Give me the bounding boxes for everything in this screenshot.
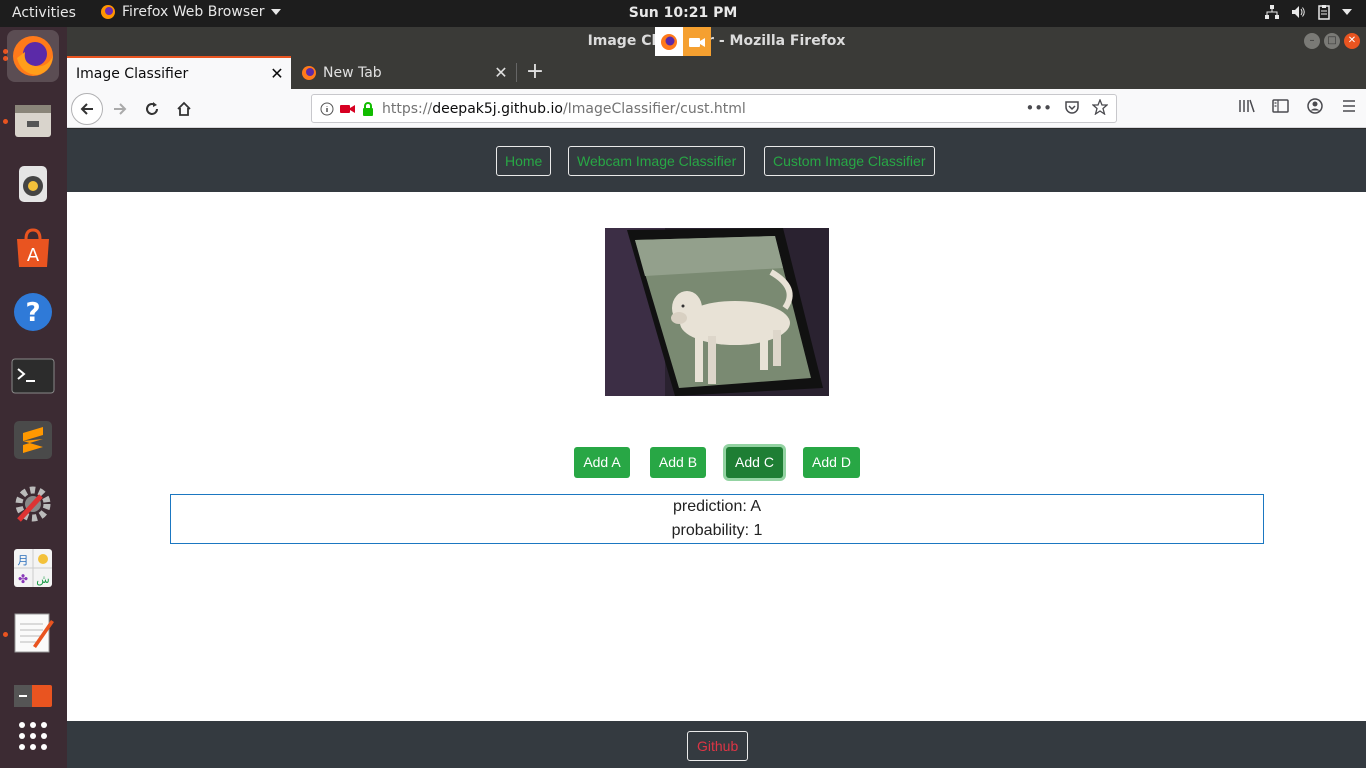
top-bar: Activities Firefox Web Browser Sun 10:21… [0, 0, 1366, 27]
window-title: Image Classifier - Mozilla Firefox [587, 33, 846, 49]
dock-help[interactable]: ? [7, 286, 59, 338]
nav-link-home[interactable]: Home [496, 146, 552, 176]
firefox-icon [101, 5, 115, 19]
svg-text:月: 月 [18, 554, 29, 567]
add-d-button[interactable]: Add D [803, 447, 860, 478]
dock-files[interactable] [7, 94, 59, 146]
text-editor-icon [14, 613, 54, 653]
firefox-icon [661, 33, 677, 50]
account-icon[interactable] [1306, 98, 1324, 114]
close-tab-icon[interactable]: ✕ [263, 64, 291, 83]
tab-label: New Tab [323, 64, 382, 81]
page-actions-icon[interactable]: ••• [1025, 99, 1052, 117]
battery-clipboard-icon [1318, 5, 1330, 20]
dock-character-map[interactable]: 月 ✤ ش [7, 542, 59, 594]
settings-icon [15, 486, 51, 522]
dock-firefox[interactable] [7, 30, 59, 82]
maximize-button[interactable]: □ [1324, 33, 1340, 49]
firefox-icon [302, 65, 316, 80]
library-icon[interactable] [1238, 98, 1256, 114]
lock-icon[interactable] [362, 101, 374, 116]
prediction-result-box: prediction: A probability: 1 [170, 494, 1264, 544]
rhythmbox-icon [19, 166, 47, 202]
dock-text-editor[interactable] [7, 606, 59, 658]
dock-terminal[interactable] [7, 350, 59, 402]
network-icon [1265, 5, 1279, 19]
add-a-button[interactable]: Add A [574, 447, 630, 478]
dock-sublime[interactable] [7, 414, 59, 466]
removable-drive-icon [14, 685, 52, 707]
home-button[interactable] [169, 94, 199, 124]
dock-show-apps[interactable] [7, 710, 59, 762]
app-menu[interactable]: Firefox Web Browser [100, 4, 281, 20]
dock-rhythmbox[interactable] [7, 158, 59, 210]
camera-permission-icon[interactable] [340, 103, 356, 115]
navigation-toolbar: https://deepak5j.github.io/ImageClassifi… [67, 89, 1366, 128]
dock-software[interactable]: A [7, 222, 59, 274]
webcam-frame-image [605, 228, 829, 396]
url-bar[interactable]: https://deepak5j.github.io/ImageClassifi… [311, 94, 1117, 123]
dock: A ? 月 ✤ ش [0, 27, 67, 768]
firefox-icon [13, 36, 53, 76]
pocket-icon[interactable] [1064, 99, 1080, 115]
window-title-bar[interactable]: Image Classifier - Mozilla Firefox – □ ✕ [67, 27, 1366, 56]
activities-button[interactable]: Activities [12, 5, 76, 21]
svg-text:ش: ش [36, 573, 49, 586]
hamburger-menu-icon[interactable] [1340, 98, 1358, 114]
nav-link-custom-classifier[interactable]: Custom Image Classifier [764, 146, 935, 176]
close-window-button[interactable]: ✕ [1344, 33, 1360, 49]
sidebar-icon[interactable] [1272, 98, 1290, 114]
back-button[interactable] [71, 93, 103, 125]
dock-settings[interactable] [7, 478, 59, 530]
app-menu-label: Firefox Web Browser [122, 4, 265, 20]
system-tray[interactable] [1264, 4, 1352, 20]
forward-button[interactable] [105, 94, 135, 124]
sublime-icon [14, 421, 52, 459]
info-icon[interactable] [320, 102, 334, 116]
chevron-down-icon [1342, 9, 1352, 15]
files-icon [15, 105, 51, 137]
clock[interactable]: Sun 10:21 PM [629, 5, 738, 21]
probability-text: probability: 1 [671, 522, 763, 539]
bookmark-star-icon[interactable] [1092, 99, 1108, 115]
prediction-text: prediction: A [672, 498, 762, 515]
software-icon: A [17, 228, 49, 267]
web-page: Home Webcam Image Classifier Custom Imag… [67, 129, 1366, 768]
reload-button[interactable] [137, 94, 167, 124]
svg-text:A: A [27, 245, 40, 266]
new-tab-button[interactable]: + [523, 60, 547, 84]
github-link[interactable]: Github [687, 731, 749, 761]
svg-text:✤: ✤ [18, 572, 28, 586]
tab-new-tab[interactable]: New Tab ✕ [291, 56, 515, 89]
close-tab-icon[interactable]: ✕ [487, 63, 515, 82]
webcam-preview [605, 228, 829, 396]
reload-icon [146, 102, 158, 115]
terminal-icon [11, 358, 55, 394]
chevron-down-icon [270, 9, 281, 15]
add-b-button[interactable]: Add B [650, 447, 706, 478]
home-icon [177, 101, 191, 116]
tab-image-classifier[interactable]: Image Classifier ✕ [67, 56, 291, 89]
site-navbar: Home Webcam Image Classifier Custom Imag… [67, 129, 1366, 192]
help-icon: ? [14, 293, 52, 331]
show-apps-icon [19, 722, 47, 750]
sharing-indicator[interactable] [655, 27, 711, 56]
character-map-icon: 月 ✤ ش [14, 549, 52, 587]
site-footer: Github [67, 721, 1366, 768]
minimize-button[interactable]: – [1304, 33, 1320, 49]
back-arrow-icon [80, 103, 93, 115]
tab-bar: Image Classifier ✕ New Tab ✕ + [67, 56, 1366, 89]
tab-label: Image Classifier [76, 65, 189, 82]
forward-arrow-icon [114, 103, 127, 115]
add-c-button[interactable]: Add C [726, 447, 783, 478]
volume-icon [1292, 6, 1305, 18]
url-text[interactable]: https://deepak5j.github.io/ImageClassifi… [382, 101, 746, 117]
svg-text:?: ? [25, 298, 40, 328]
camera-icon [689, 37, 705, 47]
nav-link-webcam-classifier[interactable]: Webcam Image Classifier [568, 146, 746, 176]
